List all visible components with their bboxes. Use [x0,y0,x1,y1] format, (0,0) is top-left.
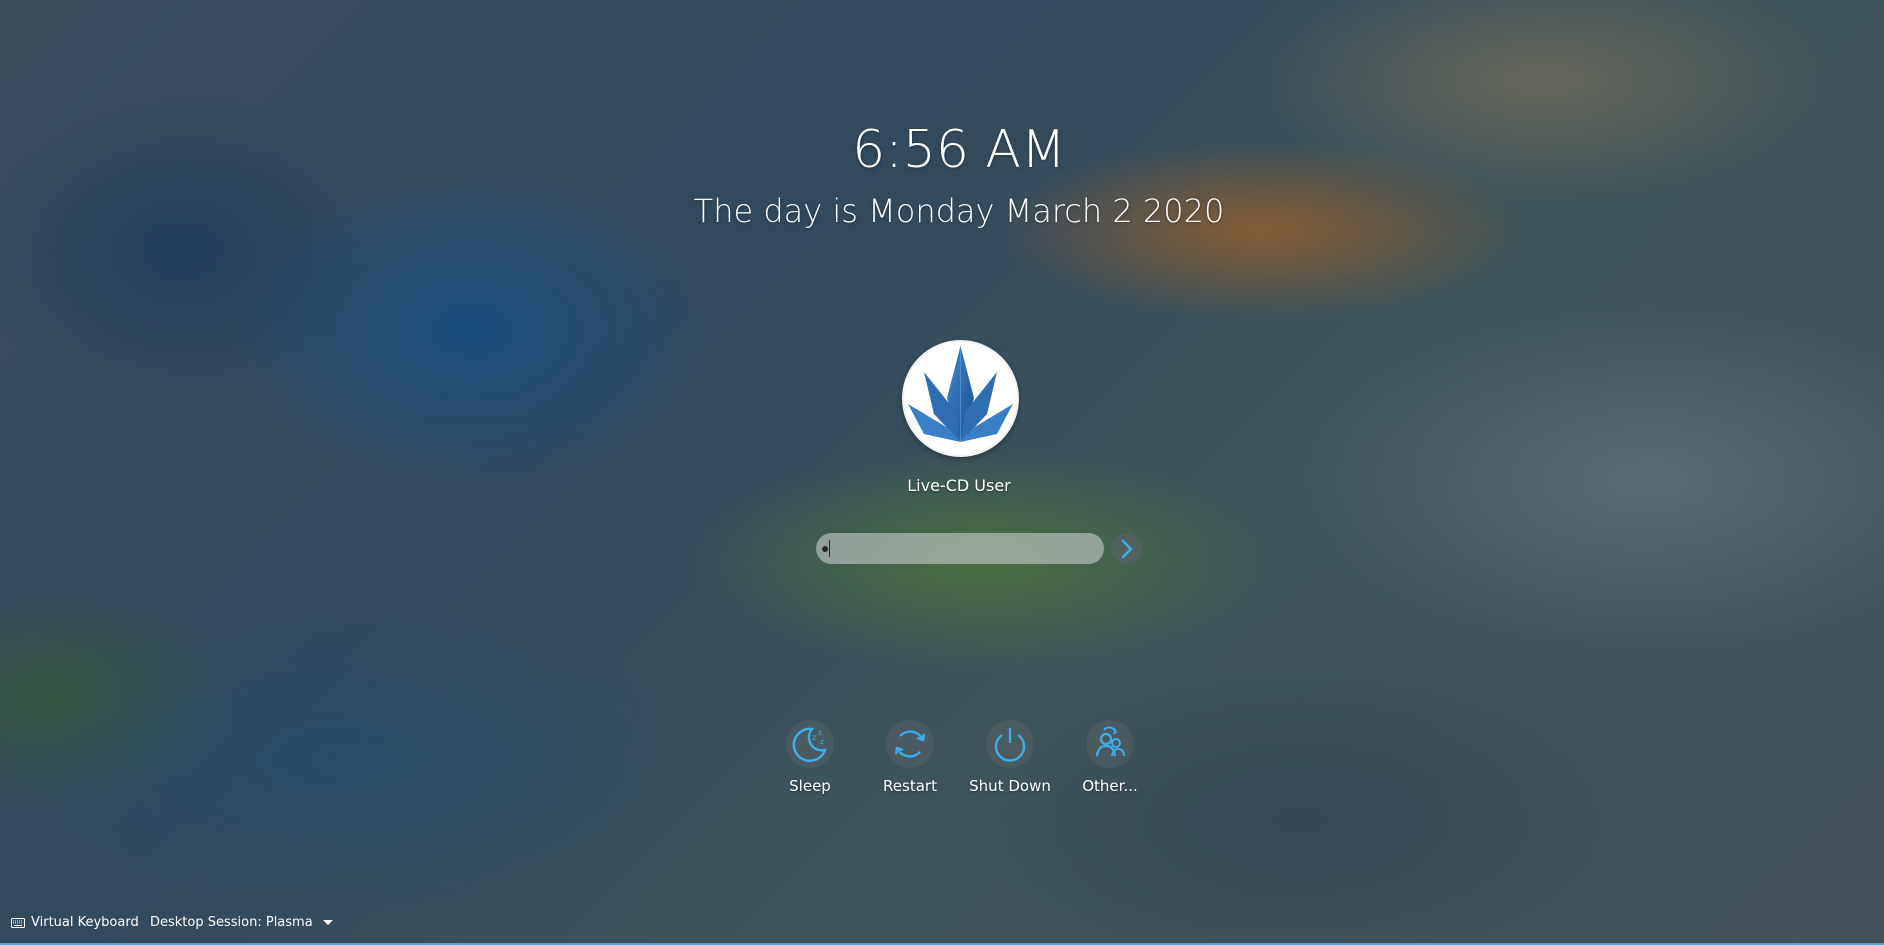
password-input[interactable] [816,533,1104,564]
username-label: Live-CD User [907,476,1011,495]
session-actions: z z z Sleep Restart Shut Down Other... [760,720,1160,795]
svg-text:z: z [820,738,824,746]
sleep-icon: z z z [792,727,827,763]
lock-screen: 6:56 AM The day is Monday March 2 2020 L… [0,0,1884,945]
keyboard-icon [11,917,25,928]
restart-button[interactable]: Restart [860,720,960,795]
svg-text:z: z [812,733,816,742]
svg-text:z: z [818,729,822,737]
shutdown-icon-wrap [986,720,1034,768]
restart-icon [894,730,926,758]
other-label: Other... [1082,777,1138,795]
restart-label: Restart [883,777,937,795]
switch-user-icon-wrap [1086,720,1134,768]
sleep-icon-wrap: z z z [786,720,834,768]
chevron-down-icon [322,920,333,925]
password-dot [822,546,828,552]
virtual-keyboard-label: Virtual Keyboard [31,915,139,930]
lock-screen-content: 6:56 AM The day is Monday March 2 2020 L… [0,0,1884,945]
switch-user-icon [1095,726,1125,757]
clock-date: The day is Monday March 2 2020 [693,192,1225,230]
clock-time: 6:56 AM [852,120,1066,180]
shutdown-icon [994,728,1026,762]
chevron-right-icon [1121,539,1132,558]
desktop-session-label: Desktop Session: Plasma [150,915,313,930]
other-user-button[interactable]: Other... [1060,720,1160,795]
text-caret [829,540,830,557]
bottom-bar: Virtual Keyboard Desktop Session: Plasma [0,909,1884,945]
leaf-logo-icon [904,342,1017,455]
restart-icon-wrap [886,720,934,768]
sleep-button[interactable]: z z z Sleep [760,720,860,795]
virtual-keyboard-button[interactable]: Virtual Keyboard [11,915,139,930]
desktop-session-select[interactable]: Desktop Session: Plasma [150,915,333,930]
sleep-label: Sleep [789,777,831,795]
login-button[interactable] [1111,533,1142,564]
user-avatar[interactable] [902,340,1019,457]
shutdown-button[interactable]: Shut Down [960,720,1060,795]
shutdown-label: Shut Down [969,777,1051,795]
